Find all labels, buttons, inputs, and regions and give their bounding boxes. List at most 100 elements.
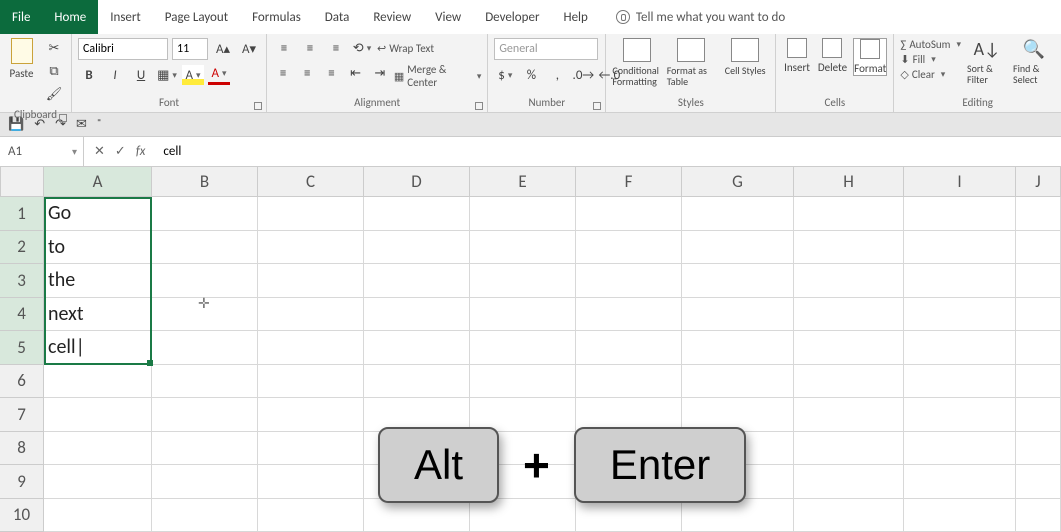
tab-help[interactable]: Help <box>551 0 599 34</box>
cell-I3[interactable] <box>904 264 1016 298</box>
cell-H2[interactable] <box>794 231 904 265</box>
row-header[interactable]: 8 <box>0 432 44 466</box>
align-left-icon[interactable]: ≡ <box>273 63 293 83</box>
tab-data[interactable]: Data <box>313 0 362 34</box>
insert-cells-button[interactable]: Insert <box>782 38 811 74</box>
cell-C10[interactable] <box>258 499 364 532</box>
cell-F6[interactable] <box>576 365 682 399</box>
format-as-table-button[interactable]: Format as Table <box>667 38 715 87</box>
cell-J7[interactable] <box>1016 398 1061 432</box>
qat-customize-icon[interactable]: ⁼ <box>97 117 102 132</box>
row-header[interactable]: 4 <box>0 298 44 332</box>
copy-icon[interactable]: ⧉ <box>43 61 65 81</box>
align-bottom-icon[interactable]: ≡ <box>325 38 347 58</box>
col-header-C[interactable]: C <box>258 167 364 197</box>
find-select-button[interactable]: 🔍Find & Select <box>1013 38 1055 85</box>
fill-color-button[interactable]: A <box>182 65 204 85</box>
font-size-select[interactable] <box>172 38 208 60</box>
cell-G5[interactable] <box>682 331 794 365</box>
col-header-F[interactable]: F <box>576 167 682 197</box>
cell-E3[interactable] <box>470 264 576 298</box>
tab-developer[interactable]: Developer <box>473 0 551 34</box>
cell-C6[interactable] <box>258 365 364 399</box>
orientation-icon[interactable]: ⟲ <box>351 38 373 58</box>
cell-styles-button[interactable]: Cell Styles <box>721 38 769 76</box>
cell-E9[interactable] <box>470 465 576 499</box>
cell-H7[interactable] <box>794 398 904 432</box>
cell-F5[interactable] <box>576 331 682 365</box>
wrap-text-button[interactable]: ↩ Wrap Text <box>377 38 434 58</box>
align-middle-icon[interactable]: ≡ <box>299 38 321 58</box>
cell-C4[interactable] <box>258 298 364 332</box>
row-header[interactable]: 5 <box>0 331 44 365</box>
comma-format-icon[interactable]: , <box>546 65 568 85</box>
cell-B1[interactable] <box>152 197 258 231</box>
cell-F9[interactable] <box>576 465 682 499</box>
dialog-launcher-icon[interactable] <box>475 102 483 110</box>
cell-D8[interactable] <box>364 432 470 466</box>
cell-F1[interactable] <box>576 197 682 231</box>
tab-view[interactable]: View <box>423 0 473 34</box>
cell-C7[interactable] <box>258 398 364 432</box>
cell-J1[interactable] <box>1016 197 1061 231</box>
qat-mail-icon[interactable]: ✉ <box>76 117 87 132</box>
tab-formulas[interactable]: Formulas <box>240 0 313 34</box>
cell-H5[interactable] <box>794 331 904 365</box>
cell-J3[interactable] <box>1016 264 1061 298</box>
col-header-A[interactable]: A <box>44 167 152 197</box>
cell-I6[interactable] <box>904 365 1016 399</box>
cell-A8[interactable] <box>44 432 152 466</box>
cell-D3[interactable] <box>364 264 470 298</box>
format-cells-button[interactable]: Format <box>853 38 887 76</box>
cell-B7[interactable] <box>152 398 258 432</box>
align-top-icon[interactable]: ≡ <box>273 38 295 58</box>
cell-B3[interactable] <box>152 264 258 298</box>
cell-H10[interactable] <box>794 499 904 532</box>
col-header-G[interactable]: G <box>682 167 794 197</box>
cell-D10[interactable] <box>364 499 470 532</box>
cell-I1[interactable] <box>904 197 1016 231</box>
formula-input[interactable]: cell <box>155 137 1061 166</box>
select-all-corner[interactable] <box>0 167 44 197</box>
col-header-J[interactable]: J <box>1016 167 1061 197</box>
cell-B2[interactable] <box>152 231 258 265</box>
name-box[interactable]: A1 <box>0 137 84 166</box>
cell-B5[interactable] <box>152 331 258 365</box>
border-button[interactable]: ▦ <box>156 65 178 85</box>
cell-I9[interactable] <box>904 465 1016 499</box>
cell-H3[interactable] <box>794 264 904 298</box>
cell-E4[interactable] <box>470 298 576 332</box>
number-format-select[interactable] <box>494 38 598 60</box>
tab-home[interactable]: Home <box>42 0 98 34</box>
clear-button[interactable]: ◇ Clear <box>900 68 961 81</box>
cell-F4[interactable] <box>576 298 682 332</box>
row-header[interactable]: 7 <box>0 398 44 432</box>
cell-J5[interactable] <box>1016 331 1061 365</box>
cell-B10[interactable] <box>152 499 258 532</box>
cell-H6[interactable] <box>794 365 904 399</box>
col-header-E[interactable]: E <box>470 167 576 197</box>
col-header-H[interactable]: H <box>794 167 904 197</box>
cell-E10[interactable] <box>470 499 576 532</box>
paste-button[interactable]: Paste <box>6 38 37 80</box>
tell-me-search[interactable]: Tell me what you want to do <box>616 0 785 34</box>
col-header-D[interactable]: D <box>364 167 470 197</box>
enter-formula-icon[interactable]: ✓ <box>115 144 126 159</box>
bold-button[interactable]: B <box>78 65 100 85</box>
cell-J2[interactable] <box>1016 231 1061 265</box>
cell-D6[interactable] <box>364 365 470 399</box>
fill-button[interactable]: ⬇ Fill <box>900 53 961 66</box>
format-painter-icon[interactable]: 🖌 <box>43 84 65 104</box>
cell-C2[interactable] <box>258 231 364 265</box>
row-header[interactable]: 3 <box>0 264 44 298</box>
cell-J9[interactable] <box>1016 465 1061 499</box>
cell-C3[interactable] <box>258 264 364 298</box>
percent-format-icon[interactable]: % <box>520 65 542 85</box>
merge-center-button[interactable]: ▦ Merge & Center <box>394 63 482 89</box>
increase-indent-icon[interactable]: ⇥ <box>370 63 390 83</box>
cell-G10[interactable] <box>682 499 794 532</box>
cell-I8[interactable] <box>904 432 1016 466</box>
cell-A4[interactable]: next <box>44 298 152 332</box>
autosum-button[interactable]: ∑ AutoSum <box>900 38 961 51</box>
cell-H9[interactable] <box>794 465 904 499</box>
